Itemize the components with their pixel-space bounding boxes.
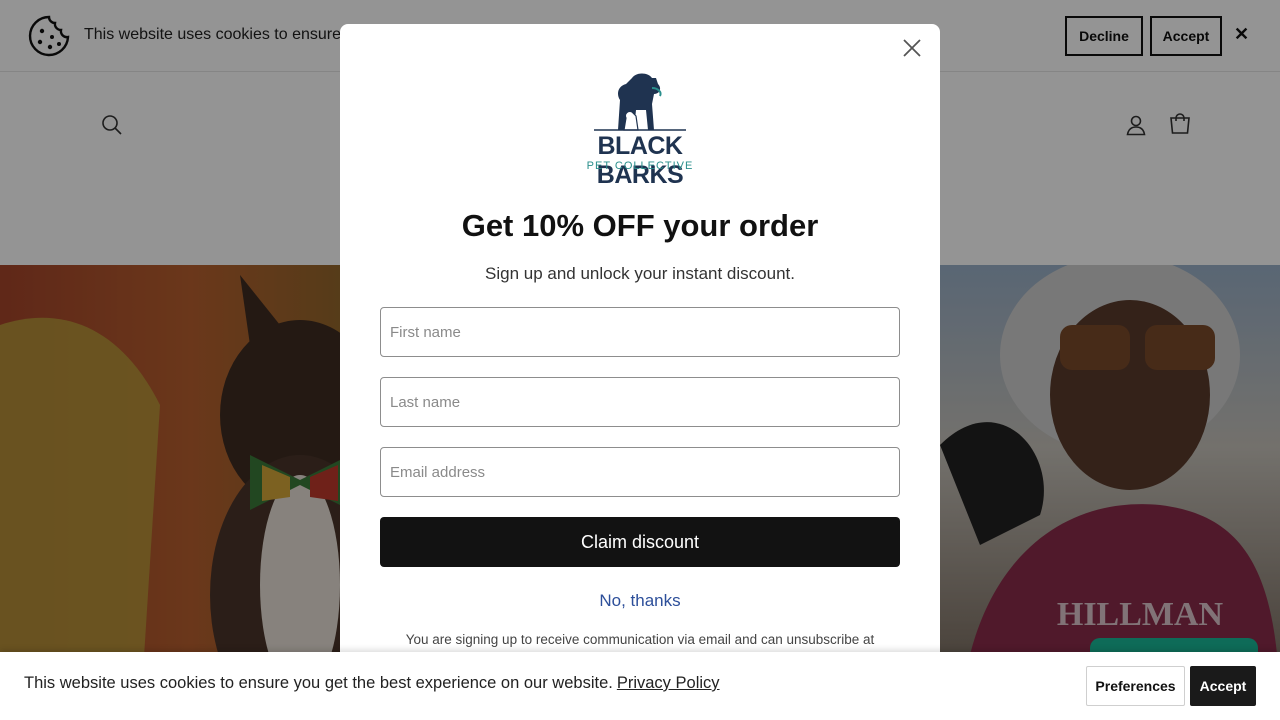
modal-subtitle: Sign up and unlock your instant discount… [485,264,795,283]
privacy-policy-link[interactable]: Privacy Policy [617,674,720,692]
signup-disclaimer: You are signing up to receive communicat… [405,632,875,647]
bottom-cookie-message-row: This website uses cookies to ensure you … [24,674,720,693]
close-icon[interactable] [900,36,924,60]
bottom-cookie-banner: This website uses cookies to ensure you … [0,652,1280,720]
email-field[interactable] [380,447,900,497]
preferences-button[interactable]: Preferences [1086,666,1185,706]
last-name-field[interactable] [380,377,900,427]
dog-cat-logo-icon [594,73,686,131]
brand-subtitle: PET COLLECTIVE [586,160,694,172]
first-name-field[interactable] [380,307,900,357]
bottom-cookie-message: This website uses cookies to ensure you … [24,674,613,692]
modal-title: Get 10% OFF your order [461,208,819,243]
brand-logo: BLACK BARKS PET COLLECTIVE [558,70,722,189]
accept-cookies-button[interactable]: Accept [1190,666,1256,706]
discount-modal: BLACK BARKS PET COLLECTIVE Get 10% OFF y… [340,24,940,720]
no-thanks-link[interactable]: No, thanks [340,591,940,611]
claim-discount-button[interactable]: Claim discount [380,517,900,567]
